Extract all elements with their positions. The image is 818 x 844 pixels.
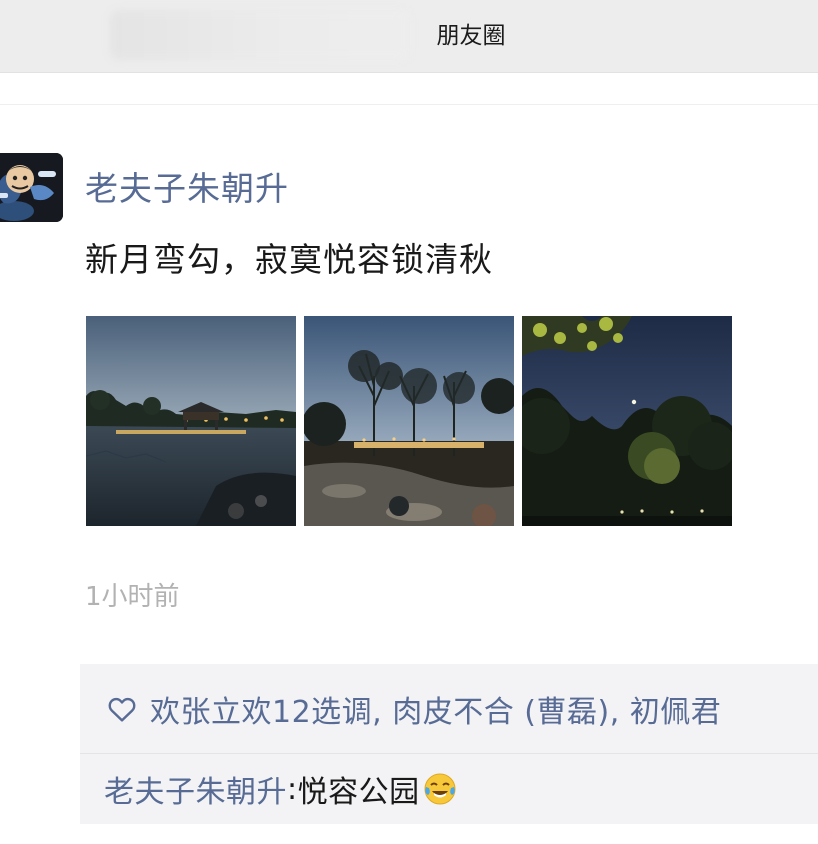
heart-outline-icon bbox=[108, 697, 136, 722]
comment-item[interactable]: 老夫子朱朝升 : 悦容公园 bbox=[104, 754, 458, 824]
comment-separator: : bbox=[287, 771, 298, 807]
comment-author[interactable]: 老夫子朱朝升 bbox=[104, 767, 287, 811]
post-author-name[interactable]: 老夫子朱朝升 bbox=[85, 162, 289, 210]
post-photo-3[interactable] bbox=[522, 316, 732, 526]
page-title: 朋友圈 bbox=[436, 23, 506, 49]
avatar[interactable] bbox=[0, 153, 63, 222]
avatar-cartoon-image bbox=[0, 153, 63, 222]
divider bbox=[0, 104, 818, 105]
likes-comments-panel: 欢张立欢12选调, 肉皮不合 (曹磊), 初佩君 老夫子朱朝升 : 悦容公园 bbox=[80, 664, 818, 824]
comment-text: 悦容公园 bbox=[297, 775, 420, 810]
liker-names[interactable]: 欢张立欢12选调, 肉皮不合 (曹磊), 初佩君 bbox=[150, 687, 721, 731]
post-photo-2[interactable] bbox=[304, 316, 514, 526]
likes-row: 欢张立欢12选调, 肉皮不合 (曹磊), 初佩君 bbox=[80, 664, 818, 754]
post-text: 新月弯勾，寂寞悦容锁清秋 bbox=[85, 240, 493, 279]
top-navigation-bar: 朋友圈 bbox=[0, 0, 818, 73]
crying-laughing-emoji-icon bbox=[424, 773, 456, 805]
post-photo-1[interactable] bbox=[86, 316, 296, 526]
post-timestamp: 1小时前 bbox=[85, 582, 180, 612]
